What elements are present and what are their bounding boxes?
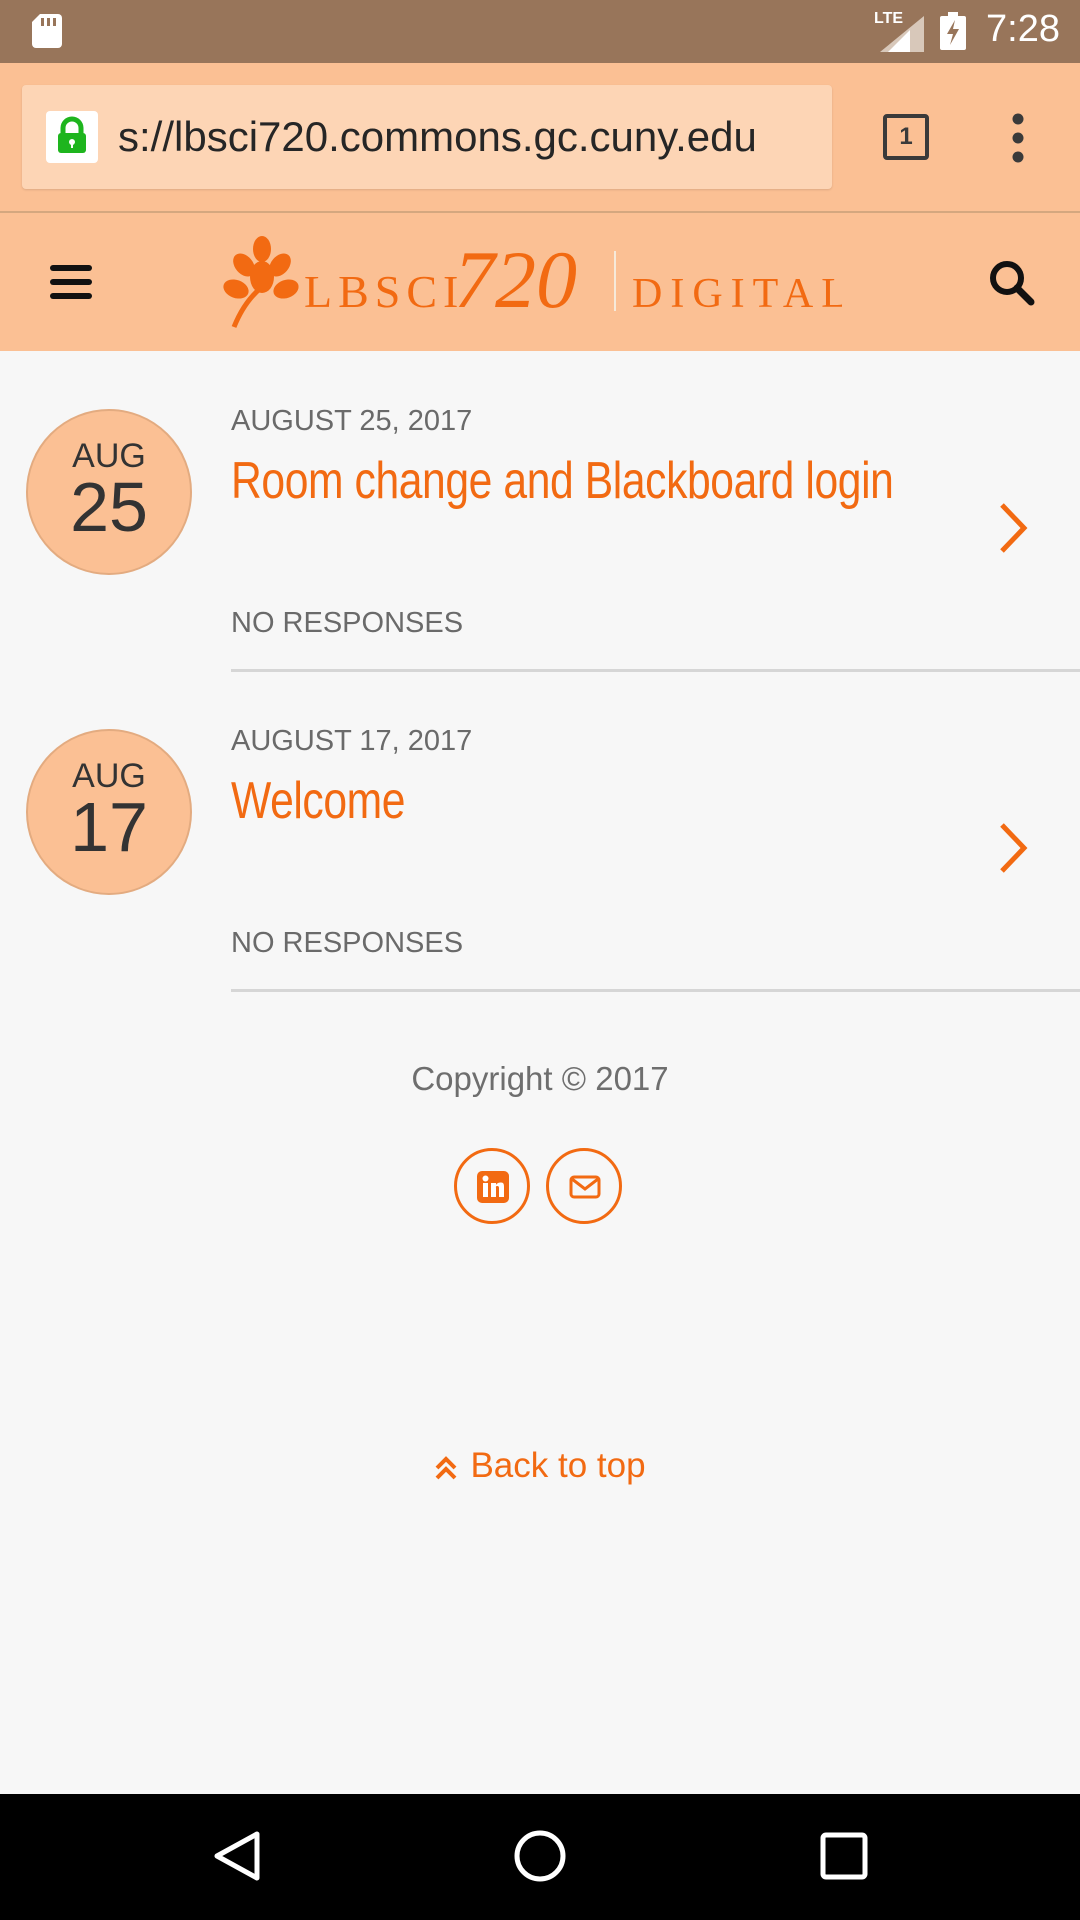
chevron-right-icon[interactable] <box>996 821 1030 875</box>
envelope-icon <box>569 1175 601 1199</box>
site-logo[interactable]: LBSCI 720 DIGITAL <box>222 235 842 335</box>
recents-square-icon[interactable] <box>812 1824 876 1888</box>
email-button[interactable] <box>546 1148 622 1224</box>
battery-charging-icon <box>940 12 966 50</box>
date-day: 17 <box>70 788 148 866</box>
logo-number: 720 <box>454 235 577 325</box>
post-title-link[interactable]: Room change and Blackboard login <box>231 451 894 511</box>
back-to-top-label[interactable]: Back to top <box>470 1446 645 1485</box>
post-title-link[interactable]: Welcome <box>231 771 854 831</box>
back-triangle-icon[interactable] <box>205 1824 269 1888</box>
post-date: AUGUST 25, 2017 <box>231 405 473 437</box>
date-badge: AUG 25 <box>26 409 192 575</box>
logo-suffix: DIGITAL <box>632 271 842 317</box>
chevron-right-icon[interactable] <box>996 501 1030 555</box>
status-bar: LTE 7:28 <box>0 0 1080 63</box>
linkedin-button[interactable] <box>454 1148 530 1224</box>
linkedin-icon <box>477 1171 509 1203</box>
tabs-icon[interactable]: 1 <box>883 114 929 160</box>
back-to-top-link[interactable]: Back to top <box>0 1446 1080 1486</box>
logo-prefix: LBSCI <box>304 266 464 317</box>
date-badge: AUG 17 <box>26 729 192 895</box>
sd-card-icon <box>32 14 62 48</box>
double-chevron-up-icon <box>436 1455 457 1480</box>
url-field[interactable]: s://lbsci720.commons.gc.cuny.edu <box>22 85 832 189</box>
hamburger-menu-icon[interactable] <box>48 263 94 301</box>
post-item: AUG 25 AUGUST 25, 2017 Room change and B… <box>0 351 1080 672</box>
signal-icon <box>880 16 924 52</box>
post-responses-link[interactable]: NO RESPONSES <box>231 927 463 960</box>
home-circle-icon[interactable] <box>508 1824 572 1888</box>
post-item: AUG 17 AUGUST 17, 2017 Welcome NO RESPON… <box>0 671 1080 992</box>
copyright-text: Copyright © 2017 <box>411 1060 669 1097</box>
post-responses-link[interactable]: NO RESPONSES <box>231 607 463 640</box>
post-date: AUGUST 17, 2017 <box>231 725 473 757</box>
date-day: 25 <box>70 468 148 546</box>
divider <box>231 989 1080 992</box>
browser-toolbar: s://lbsci720.commons.gc.cuny.edu 1 <box>0 63 1080 211</box>
clock: 7:28 <box>986 8 1060 50</box>
system-nav-bar <box>0 1794 1080 1920</box>
url-text[interactable]: s://lbsci720.commons.gc.cuny.edu <box>118 113 818 163</box>
lock-icon[interactable] <box>46 111 98 163</box>
overflow-menu-icon[interactable] <box>1006 111 1030 165</box>
search-icon[interactable] <box>986 257 1038 309</box>
leaf-logo-icon <box>223 236 299 328</box>
site-header: LBSCI 720 DIGITAL <box>0 211 1080 351</box>
